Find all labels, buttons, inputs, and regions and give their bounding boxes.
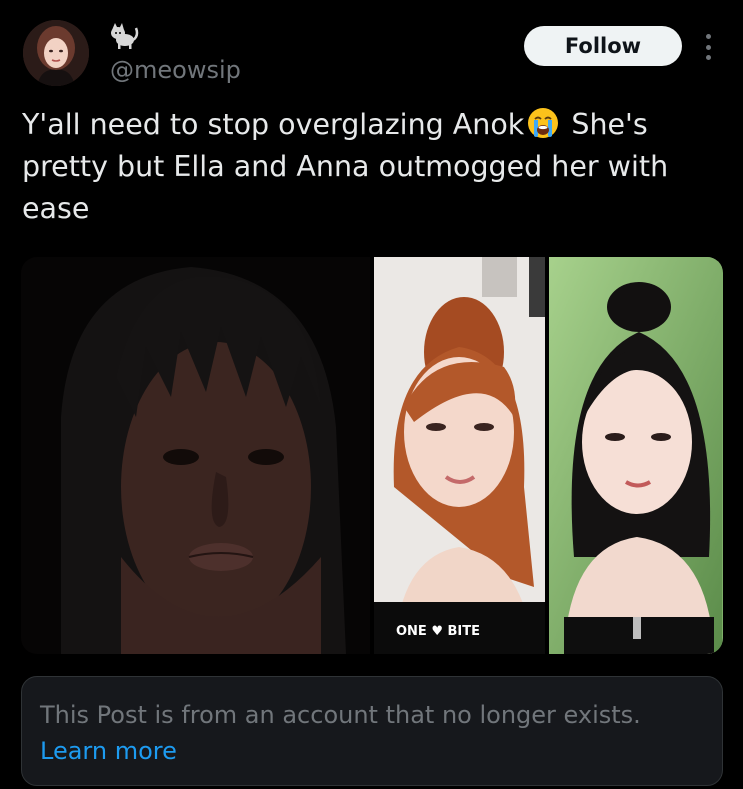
loudly-crying-face-icon	[526, 106, 560, 140]
avatar[interactable]	[23, 20, 89, 86]
more-vertical-icon[interactable]	[700, 34, 716, 60]
author-handle[interactable]: @meowsip	[110, 56, 241, 84]
deleted-account-notice: This Post is from an account that no lon…	[21, 676, 723, 786]
media-image-2[interactable]: ONE ♥ BITE	[374, 257, 545, 654]
black-cat-icon	[109, 22, 139, 50]
avatar-image	[23, 20, 89, 86]
learn-more-link[interactable]: Learn more	[40, 733, 704, 769]
media-image-1[interactable]	[21, 257, 370, 654]
media-overlay-text: ONE ♥ BITE	[396, 624, 480, 639]
notice-text: This Post is from an account that no lon…	[40, 701, 641, 729]
post-text: Y'all need to stop overglazing Anok She'…	[22, 104, 722, 230]
follow-button[interactable]: Follow	[524, 26, 682, 66]
media-image-3[interactable]	[549, 257, 723, 654]
media-grid[interactable]: ONE ♥ BITE	[21, 257, 723, 654]
post-text-part-1: Y'all need to stop overglazing Anok	[22, 108, 525, 141]
